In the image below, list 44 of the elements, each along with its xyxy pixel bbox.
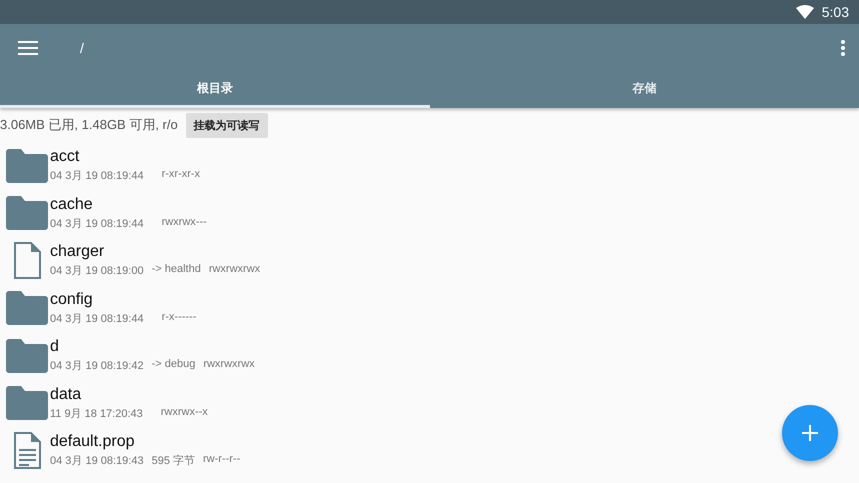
tab[interactable]: 存储 <box>430 72 859 108</box>
file-icon <box>13 242 41 280</box>
file-name: cache <box>50 196 94 214</box>
file-date: 04 3月 19 08:19:44 <box>50 169 144 184</box>
file-permissions: rwxrwxrwx <box>208 263 260 278</box>
folder-icon <box>6 338 48 373</box>
mount-button[interactable]: 挂载为可读写 <box>186 112 268 138</box>
file-permissions: r-x------ <box>162 310 196 325</box>
wifi-icon <box>796 5 814 19</box>
plus-icon <box>802 425 818 441</box>
folder-icon <box>6 386 48 420</box>
text-file-icon <box>13 432 41 470</box>
folder-icon <box>6 148 48 183</box>
folder-icon <box>6 291 48 326</box>
file-date: 04 3月 19 08:19:44 <box>50 216 144 231</box>
file-permissions: rwxrwx--- <box>162 216 207 230</box>
file-name: d <box>50 338 60 356</box>
folder-icon <box>6 196 48 230</box>
status-time: 5:03 <box>822 4 849 20</box>
file-permissions: r-xr-xr-x <box>162 168 200 182</box>
file-date: 04 3月 19 08:19:42 <box>50 359 144 374</box>
file-detail: -> debug <box>152 358 196 372</box>
current-path: / <box>80 40 85 56</box>
tab[interactable]: 根目录 <box>0 72 430 108</box>
file-detail: 595 字节 <box>152 454 195 468</box>
file-name: acct <box>50 148 80 166</box>
file-name: data <box>50 386 82 404</box>
menu-button[interactable] <box>18 41 38 55</box>
file-date: 04 3月 19 08:19:44 <box>50 312 144 326</box>
file-date: 04 3月 19 08:19:43 <box>50 454 144 468</box>
file-permissions: rw-r--r-- <box>203 453 240 468</box>
file-permissions: rwxrwxrwx <box>203 358 255 372</box>
file-date: 11 9月 18 17:20:43 <box>50 406 143 421</box>
more-icon <box>841 40 845 56</box>
file-name: default.prop <box>50 433 136 452</box>
more-button[interactable] <box>841 40 845 56</box>
add-button[interactable] <box>782 405 838 461</box>
file-date: 04 3月 19 08:19:00 <box>50 264 144 278</box>
file-name: config <box>50 290 94 309</box>
file-detail: -> healthd <box>152 263 201 278</box>
storage-info: 3.06MB 已用, 1.48GB 可用, r/o <box>0 116 178 134</box>
file-permissions: rwxrwx--x <box>160 406 208 420</box>
menu-icon <box>18 41 38 55</box>
file-name: charger <box>50 243 106 262</box>
